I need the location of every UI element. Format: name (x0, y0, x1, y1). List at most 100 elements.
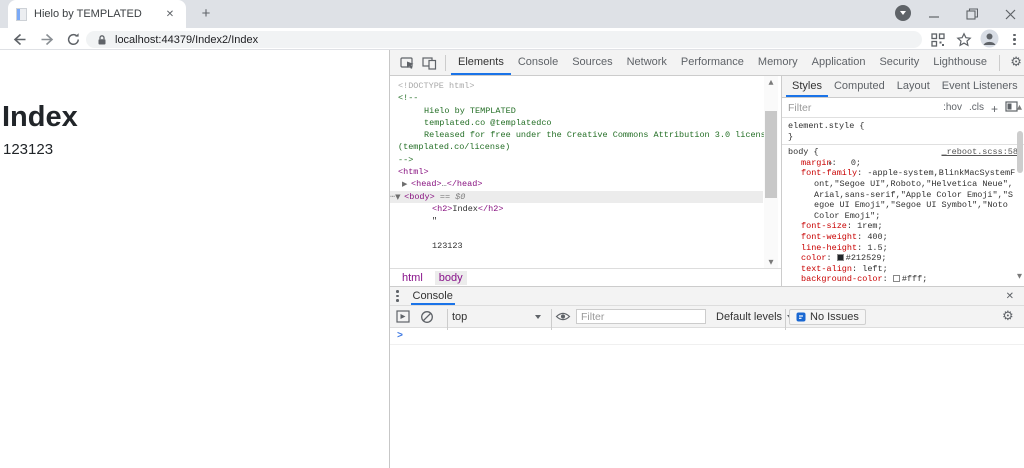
new-tab-button[interactable] (198, 6, 214, 22)
browser-update-icon[interactable] (895, 5, 911, 21)
styles-tab-bar: Styles Computed Layout Event Listeners (782, 76, 1024, 98)
tab-styles[interactable]: Styles (786, 76, 828, 97)
css-property[interactable]: color: #212529; (788, 253, 1018, 264)
back-button[interactable] (11, 31, 28, 48)
browser-tab[interactable]: Hielo by TEMPLATED (8, 0, 186, 28)
issues-flag-icon (796, 312, 806, 321)
scroll-up-icon[interactable] (764, 76, 778, 88)
devtools-tab-application[interactable]: Application (805, 50, 873, 75)
qr-code-icon[interactable] (929, 31, 946, 48)
comment-node[interactable]: Hielo by TEMPLATED (390, 105, 781, 117)
console-sidebar-icon[interactable] (396, 306, 410, 327)
reload-button[interactable] (65, 31, 82, 48)
comment-node[interactable]: (templated.co/license) (390, 141, 781, 153)
css-property[interactable]: text-align: left; (788, 264, 1018, 275)
forward-button[interactable] (39, 31, 56, 48)
browser-menu-kebab-icon[interactable] (1006, 31, 1023, 48)
tab-layout[interactable]: Layout (891, 76, 936, 97)
devtools-tab-memory[interactable]: Memory (751, 50, 805, 75)
breadcrumb-body[interactable]: body (434, 270, 467, 285)
element-style-close: } (788, 131, 794, 142)
window-minimize-button[interactable] (924, 4, 944, 24)
css-property[interactable]: background-color: #fff; (788, 274, 1018, 285)
devtools-toolbar: Elements Console Sources Network Perform… (390, 50, 1024, 76)
console-context-selector[interactable]: top (452, 306, 467, 327)
tab-strip: Hielo by TEMPLATED (0, 0, 1024, 28)
tab-computed[interactable]: Computed (828, 76, 891, 97)
css-property[interactable]: font-size: 1rem; (788, 221, 1018, 232)
tab-title: Hielo by TEMPLATED (34, 8, 142, 20)
text-node-quote[interactable]: " (390, 215, 781, 227)
inspect-element-icon[interactable] (396, 52, 418, 74)
scrollbar-thumb[interactable] (1017, 131, 1023, 173)
console-settings-gear-icon[interactable] (1002, 306, 1014, 327)
new-style-rule-icon[interactable] (991, 102, 998, 116)
tab-event-listeners[interactable]: Event Listeners (936, 76, 1024, 97)
browser-window: Hielo by TEMPLATED localhost:44379/Index… (0, 0, 1024, 468)
comment-node[interactable]: --> (390, 154, 781, 166)
bookmark-star-icon[interactable] (955, 31, 972, 48)
element-style-rule[interactable]: element.style { (788, 121, 1018, 132)
clear-console-icon[interactable] (420, 306, 434, 327)
styles-filter-row: :hov .cls (782, 98, 1024, 118)
devtools-tab-elements[interactable]: Elements (451, 50, 511, 75)
h2-node[interactable]: <h2>Index</h2> (390, 203, 781, 215)
comment-node[interactable]: Released for free under the Creative Com… (390, 129, 781, 141)
head-node[interactable]: <head>…</head> (390, 178, 781, 190)
scrollbar-thumb[interactable] (765, 111, 777, 198)
drawer-menu-kebab-icon[interactable] (396, 290, 399, 302)
elements-dom-tree: <!DOCTYPE html> <!-- Hielo by TEMPLATED … (390, 76, 781, 268)
devtools-tab-performance[interactable]: Performance (674, 50, 751, 75)
devtools-tab-security[interactable]: Security (872, 50, 926, 75)
color-swatch[interactable] (836, 254, 844, 262)
breadcrumb-html[interactable]: html (398, 271, 427, 285)
devtools-tab-console[interactable]: Console (511, 50, 565, 75)
scroll-down-icon[interactable] (764, 256, 778, 268)
console-toolbar: top Default levels No Issues (390, 306, 1024, 330)
devtools-tab-sources[interactable]: Sources (565, 50, 619, 75)
pseudo-state-toggle[interactable]: :hov (943, 102, 962, 113)
css-property[interactable]: line-height: 1.5; (788, 243, 1018, 254)
collapse-arrow-icon[interactable] (395, 191, 404, 203)
css-property[interactable]: font-weight: 400; (788, 232, 1018, 243)
scroll-down-icon[interactable] (1017, 272, 1022, 280)
live-expression-eye-icon[interactable] (555, 306, 571, 327)
scroll-up-icon[interactable] (1017, 103, 1022, 111)
elements-scrollbar[interactable] (764, 76, 778, 268)
devtools-panel: Elements Console Sources Network Perform… (389, 50, 1024, 468)
device-toolbar-icon[interactable] (418, 52, 440, 74)
doctype-node[interactable]: <!DOCTYPE html> (390, 80, 781, 92)
console-tab-bar: Console (390, 287, 1024, 306)
profile-avatar[interactable] (980, 29, 999, 48)
class-toggle[interactable]: .cls (969, 102, 984, 113)
window-restore-button[interactable] (962, 4, 982, 24)
color-swatch[interactable] (892, 275, 900, 283)
log-levels-dropdown[interactable]: Default levels (716, 306, 794, 327)
url-text: localhost:44379/Index2/Index (115, 33, 259, 46)
console-tab[interactable]: Console (410, 287, 455, 305)
styles-filter-input[interactable] (788, 101, 937, 114)
tab-close-icon[interactable] (162, 6, 178, 22)
window-close-button[interactable] (1000, 4, 1020, 24)
no-issues-button[interactable]: No Issues (789, 308, 866, 325)
text-node[interactable]: 123123 (390, 240, 781, 252)
css-property[interactable]: font-family: -apple-system,BlinkMacSyste… (788, 168, 1018, 221)
devtools-tab-network[interactable]: Network (620, 50, 674, 75)
html-open-tag[interactable]: <html> (390, 166, 781, 178)
devtools-tab-lighthouse[interactable]: Lighthouse (926, 50, 994, 75)
context-dropdown-arrow-icon[interactable] (530, 306, 541, 327)
devtools-settings-gear-icon[interactable] (1005, 52, 1024, 74)
body-node-selected[interactable]: <body> == $0 (390, 190, 763, 203)
css-property[interactable]: margin: 0; (788, 158, 1018, 169)
console-filter-input[interactable] (576, 309, 706, 324)
address-bar[interactable]: localhost:44379/Index2/Index (86, 31, 922, 48)
console-prompt-row[interactable]: > (390, 328, 1024, 345)
stylesheet-source-link[interactable]: _reboot.scss:58 (941, 147, 1018, 158)
comment-node[interactable]: templated.co @templatedco (390, 117, 781, 129)
body-rule-header[interactable]: _reboot.scss:58 body { (788, 147, 1018, 158)
expand-shorthand-icon[interactable] (842, 158, 851, 169)
console-close-icon[interactable] (1006, 291, 1018, 302)
expand-arrow-icon[interactable] (402, 178, 411, 190)
console-drawer: Console top (390, 286, 1024, 468)
comment-node[interactable]: <!-- (390, 92, 781, 104)
